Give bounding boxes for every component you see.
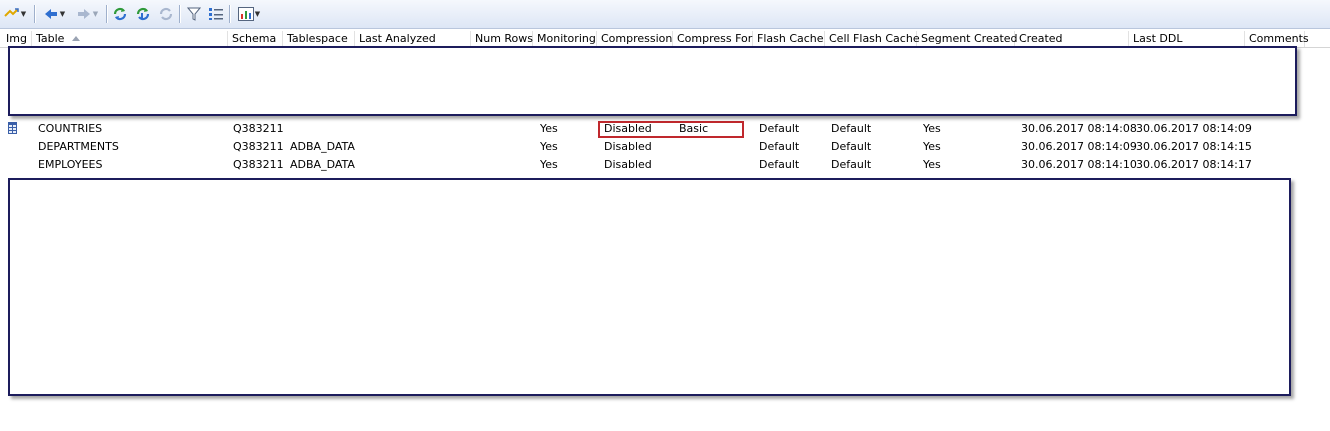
filter-icon xyxy=(187,7,201,21)
column-header-tablespace[interactable]: Tablespace xyxy=(283,31,355,47)
column-label: Flash Cache xyxy=(757,32,824,45)
column-label: Table xyxy=(36,32,65,45)
list-button[interactable] xyxy=(206,5,226,23)
column-label: Comments xyxy=(1249,32,1309,45)
filter-button[interactable] xyxy=(184,5,204,23)
column-label: Monitoring xyxy=(537,32,596,45)
column-header-flash-cache[interactable]: Flash Cache xyxy=(753,31,825,47)
sort-ascending-icon xyxy=(72,36,81,41)
cell-compression: Disabled xyxy=(604,140,652,153)
toolbar-separator xyxy=(106,5,107,23)
column-label: Img xyxy=(6,32,27,45)
cell-segment-created: Yes xyxy=(923,140,941,153)
refresh-disabled-button[interactable] xyxy=(156,5,176,23)
cell-compression: Disabled xyxy=(604,158,652,171)
cell-cell-flash-cache: Default xyxy=(831,158,872,171)
back-button[interactable]: ▼ xyxy=(40,5,68,23)
chart-button[interactable]: ▼ xyxy=(234,5,264,23)
cell-table: DEPARTMENTS xyxy=(38,140,119,153)
cell-flash-cache: Default xyxy=(759,158,800,171)
refresh-one-button[interactable] xyxy=(133,5,153,23)
chevron-down-icon[interactable]: ▼ xyxy=(60,10,65,18)
column-header-monitoring[interactable]: Monitoring xyxy=(533,31,597,47)
toolbar: ▼ ▼ ▼ ▼ xyxy=(0,0,1330,29)
redaction-box-top xyxy=(8,46,1297,116)
forward-button[interactable]: ▼ xyxy=(72,5,102,23)
cell-monitoring: Yes xyxy=(540,140,558,153)
column-header-table[interactable]: Table xyxy=(32,31,228,47)
column-label: Segment Created xyxy=(921,32,1018,45)
refresh-one-icon xyxy=(136,7,150,21)
cell-schema: Q383211 xyxy=(233,158,284,171)
chevron-down-icon[interactable]: ▼ xyxy=(21,10,26,18)
refresh-button[interactable] xyxy=(110,5,130,23)
table-row[interactable]: DEPARTMENTS Q383211 ADBA_DATA Yes Disabl… xyxy=(0,138,1300,156)
column-label: Cell Flash Cache xyxy=(829,32,920,45)
column-header-last-ddl[interactable]: Last DDL xyxy=(1129,31,1245,47)
cell-monitoring: Yes xyxy=(540,158,558,171)
column-label: Compress For xyxy=(677,32,753,45)
column-header-compress-for[interactable]: Compress For xyxy=(673,31,753,47)
toolbar-separator xyxy=(179,5,180,23)
cell-segment-created: Yes xyxy=(923,122,941,135)
redaction-box-bottom xyxy=(8,178,1291,396)
column-header-schema[interactable]: Schema xyxy=(228,31,283,47)
back-arrow-icon xyxy=(44,9,57,19)
cell-schema: Q383211 xyxy=(233,122,284,135)
cell-last-ddl: 30.06.2017 08:14:09 xyxy=(1136,122,1252,135)
column-header-cell-flash-cache[interactable]: Cell Flash Cache xyxy=(825,31,920,47)
toolbar-separator xyxy=(34,5,35,23)
refresh-disabled-icon xyxy=(159,7,173,21)
cell-last-ddl: 30.06.2017 08:14:17 xyxy=(1136,158,1252,171)
column-label: Compression xyxy=(601,32,673,45)
run-button[interactable]: ▼ xyxy=(2,5,28,23)
column-label: Tablespace xyxy=(287,32,348,45)
column-label: Created xyxy=(1019,32,1063,45)
cell-segment-created: Yes xyxy=(923,158,941,171)
cell-created: 30.06.2017 08:14:09 xyxy=(1021,140,1137,153)
cell-created: 30.06.2017 08:14:08 xyxy=(1021,122,1137,135)
run-icon xyxy=(4,8,19,17)
chart-icon xyxy=(237,7,254,21)
column-label: Num Rows xyxy=(475,32,534,45)
column-header-comments[interactable]: Comments xyxy=(1245,31,1309,47)
column-label: Last Analyzed xyxy=(359,32,436,45)
column-header-segment-created[interactable]: Segment Created xyxy=(917,31,1018,47)
cell-monitoring: Yes xyxy=(540,122,558,135)
column-header-num-rows[interactable]: Num Rows xyxy=(471,31,533,47)
cell-tablespace: ADBA_DATA xyxy=(290,140,355,153)
cell-created: 30.06.2017 08:14:10 xyxy=(1021,158,1137,171)
refresh-icon xyxy=(113,7,127,21)
chevron-down-icon[interactable]: ▼ xyxy=(93,10,98,18)
table-row[interactable]: EMPLOYEES Q383211 ADBA_DATA Yes Disabled… xyxy=(0,156,1300,174)
cell-flash-cache: Default xyxy=(759,140,800,153)
column-header-last-analyzed[interactable]: Last Analyzed xyxy=(355,31,471,47)
cell-table: COUNTRIES xyxy=(38,122,103,135)
list-icon xyxy=(209,8,223,20)
toolbar-separator xyxy=(229,5,230,23)
chevron-down-icon[interactable]: ▼ xyxy=(255,10,260,18)
column-label: Last DDL xyxy=(1133,32,1183,45)
table-browser-window: ▼ ▼ ▼ ▼ Img Table Schema Tablespace Last… xyxy=(0,0,1330,431)
column-label: Schema xyxy=(232,32,277,45)
column-header-img[interactable]: Img xyxy=(2,31,32,47)
cell-flash-cache: Default xyxy=(759,122,800,135)
cell-cell-flash-cache: Default xyxy=(831,140,872,153)
cell-schema: Q383211 xyxy=(233,140,284,153)
compression-highlight xyxy=(598,121,744,138)
cell-last-ddl: 30.06.2017 08:14:15 xyxy=(1136,140,1252,153)
cell-table: EMPLOYEES xyxy=(38,158,103,171)
cell-cell-flash-cache: Default xyxy=(831,122,872,135)
column-header-created[interactable]: Created xyxy=(1015,31,1129,47)
column-header-compression[interactable]: Compression xyxy=(597,31,673,47)
table-icon xyxy=(8,122,17,134)
cell-tablespace: ADBA_DATA xyxy=(290,158,355,171)
forward-arrow-icon xyxy=(77,9,90,19)
